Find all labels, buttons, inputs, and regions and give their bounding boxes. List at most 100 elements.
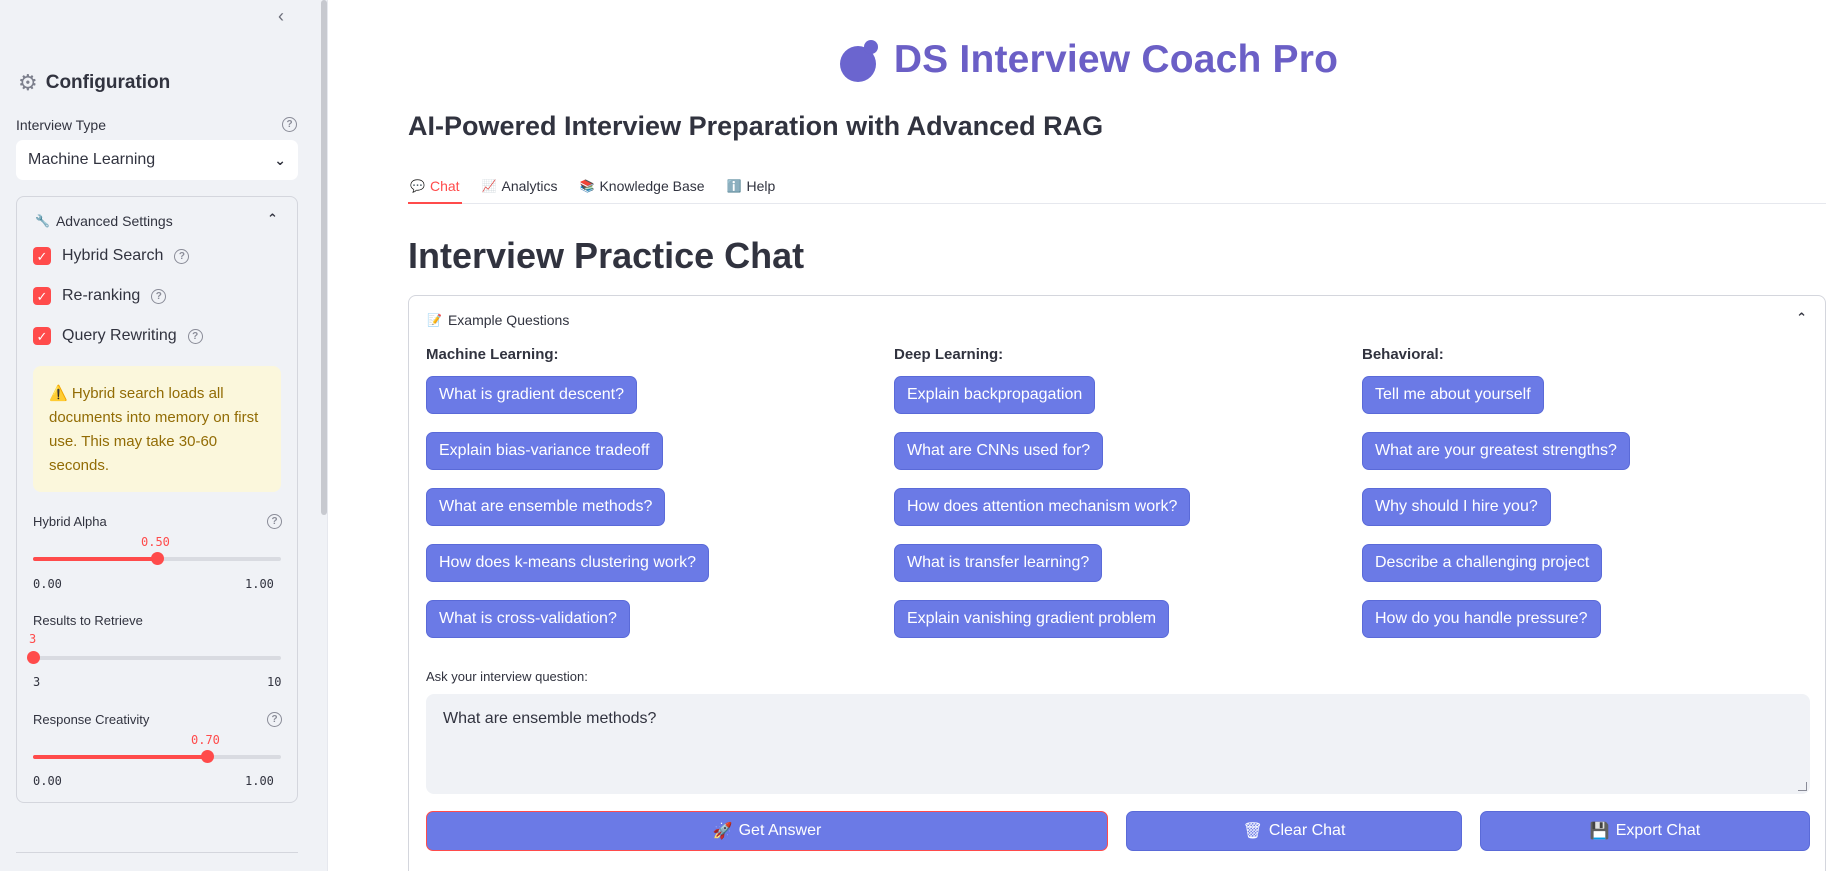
export-chat-label: Export Chat [1615, 822, 1701, 839]
hybrid-alpha-min: 0.00 [33, 577, 62, 591]
app-title-text: DS Interview Coach Pro [893, 38, 1339, 81]
example-questions-header[interactable]: 📝 Example Questions [427, 312, 569, 328]
interview-type-value: Machine Learning [28, 151, 156, 168]
example-question-button[interactable]: Why should I hire you? [1362, 488, 1551, 526]
configuration-title: Configuration [45, 72, 171, 93]
example-question-button[interactable]: What are CNNs used for? [894, 432, 1104, 470]
advanced-settings-title: Advanced Settings [55, 213, 173, 229]
response-creativity-max: 1.00 [245, 774, 274, 788]
example-questions-expander: 📝 Example Questions ⌃ Machine Learning: … [408, 295, 1826, 871]
configuration-header: ⚙ Configuration [18, 72, 170, 94]
tab-chat[interactable]: 💬 Chat [408, 170, 462, 204]
response-creativity-slider[interactable] [33, 750, 281, 763]
advanced-settings-expander: 🔧 Advanced Settings ⌃ ✓ Hybrid Search ? … [16, 196, 298, 803]
hybrid-alpha-fill [33, 557, 157, 561]
tab-help-label: Help [746, 178, 776, 194]
results-to-retrieve-slider[interactable] [27, 651, 281, 664]
help-icon[interactable]: ? [187, 328, 203, 344]
bomb-icon [838, 38, 882, 82]
checkbox-checked-icon[interactable]: ✓ [33, 247, 51, 265]
response-creativity-value: 0.70 [191, 733, 220, 747]
example-question-button[interactable]: What is transfer learning? [894, 544, 1103, 582]
example-question-button[interactable]: What is gradient descent? [426, 376, 637, 414]
tab-knowledge-base[interactable]: 📚 Knowledge Base [578, 170, 707, 202]
warning-text: Hybrid search loads all documents into m… [49, 385, 259, 474]
tab-chat-label: Chat [429, 178, 460, 194]
collapse-sidebar-button[interactable]: ‹ [270, 4, 292, 28]
results-to-retrieve-value: 3 [29, 632, 37, 646]
re-ranking-checkbox[interactable]: ✓ Re-ranking ? [33, 287, 167, 305]
response-creativity-fill [33, 755, 207, 759]
tab-analytics-label: Analytics [501, 178, 558, 194]
interview-type-label: Interview Type [16, 117, 107, 133]
sidebar-scrollbar[interactable] [321, 0, 327, 515]
hybrid-alpha-thumb[interactable] [151, 552, 164, 565]
response-creativity-thumb[interactable] [200, 750, 214, 763]
example-question-button[interactable]: What is cross-validation? [426, 600, 630, 638]
hybrid-alpha-value: 0.50 [141, 535, 170, 549]
resize-handle-icon[interactable] [1798, 782, 1807, 791]
chevron-left-icon: ‹ [278, 5, 284, 26]
tab-analytics[interactable]: 📈 Analytics [480, 170, 560, 202]
question-value: What are ensemble methods? [443, 710, 657, 727]
hybrid-alpha-max: 1.00 [245, 577, 274, 591]
help-icon[interactable]: ? [174, 248, 190, 264]
response-creativity-min: 0.00 [33, 774, 62, 788]
chevron-up-icon[interactable]: ⌃ [267, 211, 278, 227]
example-question-button[interactable]: Tell me about yourself [1362, 376, 1544, 414]
help-icon[interactable]: ? [282, 117, 297, 132]
results-to-retrieve-max: 10 [267, 675, 282, 689]
tab-knowledge-base-label: Knowledge Base [599, 178, 705, 194]
help-icon[interactable]: ? [151, 288, 167, 304]
example-question-button[interactable]: What are your greatest strengths? [1362, 432, 1630, 470]
speech-bubble-icon: 💬 [410, 179, 425, 193]
help-icon[interactable]: ? [267, 514, 282, 529]
memo-icon: 📝 [427, 313, 442, 327]
hybrid-search-checkbox[interactable]: ✓ Hybrid Search ? [33, 247, 190, 265]
hybrid-alpha-slider[interactable] [33, 552, 281, 565]
get-answer-button[interactable]: 🚀 Get Answer [426, 811, 1108, 851]
main-content: DS Interview Coach Pro AI-Powered Interv… [329, 0, 1847, 871]
hybrid-alpha-label: Hybrid Alpha [33, 514, 107, 529]
ml-column-heading: Machine Learning: [426, 346, 559, 363]
clear-chat-button[interactable]: 🗑 Clear Chat [1126, 811, 1462, 851]
query-rewriting-checkbox[interactable]: ✓ Query Rewriting ? [33, 327, 203, 345]
results-to-retrieve-min: 3 [33, 675, 41, 689]
response-creativity-label: Response Creativity [33, 712, 150, 727]
books-icon: 📚 [579, 179, 595, 193]
help-icon[interactable]: ? [267, 712, 282, 727]
ask-question-label: Ask your interview question: [426, 669, 588, 684]
get-answer-label: Get Answer [738, 822, 822, 839]
checkbox-checked-icon[interactable]: ✓ [33, 327, 51, 345]
sidebar-divider [16, 852, 298, 853]
checkbox-checked-icon[interactable]: ✓ [33, 287, 51, 305]
example-question-button[interactable]: Explain bias-variance tradeoff [426, 432, 663, 470]
rocket-icon: 🚀 [712, 823, 733, 840]
hybrid-search-label: Hybrid Search [62, 247, 164, 264]
clear-chat-label: Clear Chat [1268, 822, 1346, 839]
example-questions-title: Example Questions [447, 312, 570, 328]
query-rewriting-label: Query Rewriting [62, 327, 177, 344]
example-question-button[interactable]: Explain vanishing gradient problem [894, 600, 1170, 638]
example-question-button[interactable]: What are ensemble methods? [426, 488, 666, 526]
warning-icon: ⚠️ [49, 385, 68, 402]
chart-icon: 📈 [481, 179, 497, 193]
trash-icon: 🗑 [1242, 823, 1263, 840]
results-to-retrieve-label: Results to Retrieve [33, 613, 143, 628]
tab-bar: 💬 Chat 📈 Analytics 📚 Knowledge Base ℹ️ H… [408, 170, 1826, 204]
question-textarea[interactable]: What are ensemble methods? [426, 694, 1810, 794]
floppy-disk-icon: 💾 [1589, 823, 1610, 840]
results-to-retrieve-thumb[interactable] [27, 651, 40, 664]
example-question-button[interactable]: How does k-means clustering work? [426, 544, 709, 582]
example-question-button[interactable]: How does attention mechanism work? [894, 488, 1191, 526]
info-icon: ℹ️ [726, 179, 742, 193]
example-question-button[interactable]: Explain backpropagation [894, 376, 1096, 414]
advanced-settings-header[interactable]: 🔧 Advanced Settings [35, 213, 173, 229]
chevron-up-icon[interactable]: ⌃ [1796, 310, 1807, 326]
example-question-button[interactable]: Describe a challenging project [1362, 544, 1603, 582]
interview-type-select[interactable]: Machine Learning ⌄ [16, 140, 298, 180]
export-chat-button[interactable]: 💾 Export Chat [1480, 811, 1810, 851]
tab-help[interactable]: ℹ️ Help [725, 170, 778, 202]
example-question-button[interactable]: How do you handle pressure? [1362, 600, 1601, 638]
chat-section-title: Interview Practice Chat [408, 235, 805, 276]
